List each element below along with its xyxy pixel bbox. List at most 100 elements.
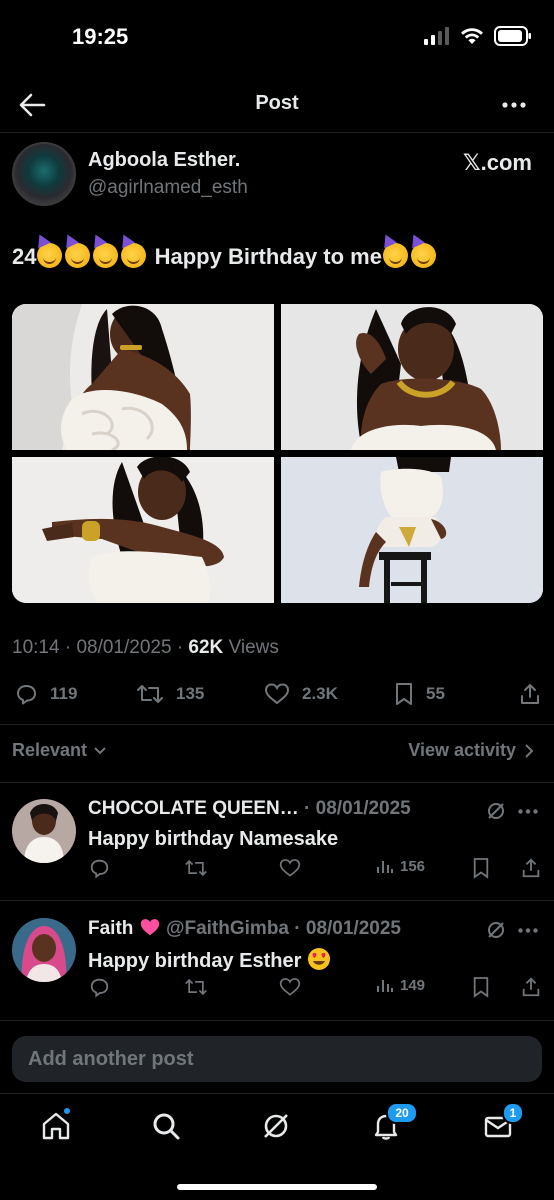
reply-separator: ·: [294, 918, 301, 939]
reply-text: Happy birthday Namesake: [88, 828, 339, 850]
reply-handle[interactable]: @FaithGimba: [166, 918, 289, 939]
photo-grid: [12, 304, 543, 603]
chevron-right-icon: [525, 743, 534, 758]
tab-grok[interactable]: [260, 1110, 300, 1142]
repost-count: 135: [176, 684, 205, 703]
sort-relevant-button[interactable]: Relevant: [12, 740, 107, 761]
messages-badge: 1: [502, 1102, 524, 1124]
more-options-icon[interactable]: [518, 928, 538, 933]
views-chart-icon: [377, 861, 393, 873]
views-chart-icon: [377, 980, 393, 992]
status-icons: [424, 26, 532, 46]
source-label: 𝕏.com: [462, 150, 532, 175]
bookmark-icon[interactable]: [472, 976, 490, 998]
post-date: 08/01/2025: [76, 637, 172, 658]
post-meta: 10:14 · 08/01/2025 · 62K Views: [12, 637, 279, 658]
photo-3[interactable]: [12, 457, 274, 603]
divider: [0, 724, 554, 725]
heart-icon: [264, 683, 290, 705]
share-button[interactable]: [518, 682, 542, 706]
tab-home[interactable]: [40, 1106, 80, 1142]
repost-button[interactable]: 135: [136, 682, 204, 706]
reply-icon[interactable]: [88, 857, 110, 879]
partying-face-emoji-icon: [93, 243, 119, 268]
notifications-badge: 20: [386, 1102, 418, 1124]
reply-author-name[interactable]: Faith: [88, 918, 133, 939]
heart-icon[interactable]: [279, 976, 301, 998]
reply-views[interactable]: 156: [376, 857, 425, 875]
reply-compose-input[interactable]: Add another post: [12, 1036, 542, 1082]
bookmark-icon: [396, 683, 412, 705]
partying-face-emoji-icon: [37, 243, 63, 268]
grok-icon[interactable]: [486, 920, 506, 940]
reply-text-row: Happy birthday Esther: [88, 947, 331, 973]
author-name[interactable]: Agboola Esther.: [88, 149, 240, 172]
reply-icon: [17, 685, 36, 705]
repost-icon[interactable]: [184, 857, 208, 879]
reply-date: 08/01/2025: [315, 798, 411, 819]
post-actions: 119 135 2.3K 55: [0, 678, 554, 712]
more-options-icon[interactable]: [518, 809, 538, 814]
divider: [0, 132, 554, 133]
divider: [0, 1020, 554, 1021]
tab-search[interactable]: [150, 1110, 190, 1142]
share-icon[interactable]: [520, 976, 542, 998]
reply-avatar[interactable]: [12, 918, 76, 982]
photo-1[interactable]: [12, 304, 274, 450]
wifi-icon: [461, 28, 483, 44]
reply-icon[interactable]: [88, 976, 110, 998]
more-options-icon[interactable]: [502, 102, 526, 108]
photo-4[interactable]: [281, 457, 543, 603]
repost-icon: [137, 685, 163, 703]
reply-count: 119: [50, 684, 78, 703]
share-icon[interactable]: [520, 857, 542, 879]
photo-2[interactable]: [281, 304, 543, 450]
heart-eyes-emoji-icon: [307, 948, 330, 970]
reply-author-name[interactable]: CHOCOLATE QUEEN…: [88, 798, 299, 819]
views-count: 62K: [188, 637, 224, 658]
reply-separator: ·: [304, 798, 311, 819]
home-notification-dot: [62, 1106, 72, 1116]
divider: [0, 900, 554, 901]
partying-face-emoji-icon: [65, 243, 91, 268]
author-avatar[interactable]: [12, 142, 76, 206]
reply-views[interactable]: 149: [376, 976, 425, 994]
view-activity-link[interactable]: View activity: [408, 740, 534, 761]
partying-face-emoji-icon: [410, 243, 436, 268]
sort-relevant-label: Relevant: [12, 740, 88, 760]
compose-placeholder: Add another post: [28, 1048, 194, 1070]
reply-views-count: 149: [400, 976, 426, 994]
bookmark-count: 55: [426, 684, 445, 703]
reply-item[interactable]: Faith @FaithGimba · 08/01/2025 Happy bir…: [0, 902, 554, 1020]
reply-text: Happy birthday Esther: [88, 950, 302, 972]
pink-heart-emoji-icon: [140, 919, 159, 936]
reply-avatar[interactable]: [12, 799, 76, 863]
post-text-body: Happy Birthday to me: [154, 244, 382, 269]
reply-button[interactable]: 119: [14, 682, 77, 706]
bookmark-icon[interactable]: [472, 857, 490, 879]
author-handle[interactable]: @agirlnamed_esth: [88, 177, 248, 199]
partying-face-emoji-icon: [382, 243, 408, 268]
grok-icon[interactable]: [486, 801, 506, 821]
post-time: 10:14: [12, 637, 60, 658]
repost-icon[interactable]: [184, 976, 208, 998]
reply-header: CHOCOLATE QUEEN… · 08/01/2025: [88, 798, 411, 820]
share-icon: [521, 684, 539, 704]
tab-messages[interactable]: 1: [482, 1102, 524, 1142]
heart-icon[interactable]: [279, 857, 301, 879]
cellular-signal-icon: [424, 27, 449, 45]
like-button[interactable]: 2.3K: [264, 682, 338, 706]
search-icon: [153, 1113, 180, 1140]
partying-face-emoji-icon: [121, 243, 147, 268]
bookmark-button[interactable]: 55: [394, 682, 445, 706]
top-nav: Post: [0, 78, 554, 132]
post-text-prefix: 24: [12, 244, 37, 269]
reply-item[interactable]: CHOCOLATE QUEEN… · 08/01/2025 Happy birt…: [0, 783, 554, 901]
like-count: 2.3K: [302, 684, 338, 703]
views-label: Views: [228, 637, 279, 658]
status-time: 19:25: [72, 24, 129, 49]
page-title: Post: [255, 92, 299, 114]
tab-notifications[interactable]: 20: [370, 1102, 418, 1142]
reply-actions: 156: [0, 857, 554, 887]
home-indicator: [177, 1184, 377, 1190]
